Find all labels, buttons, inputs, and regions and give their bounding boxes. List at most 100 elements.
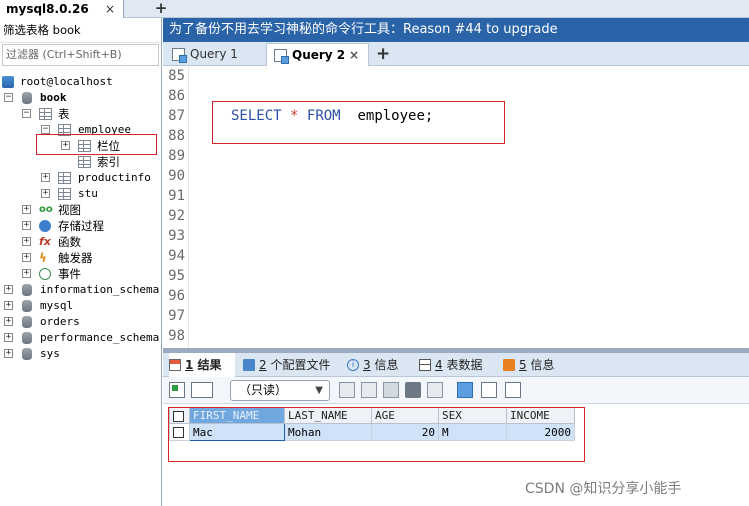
expand-icon[interactable]: + xyxy=(4,333,13,342)
tree-indexes[interactable]: 索引 xyxy=(2,154,157,170)
employee-highlight-box xyxy=(36,134,157,155)
line-number-gutter: 85 86 87 88 89 90 91 92 93 94 95 96 97 9… xyxy=(163,66,189,348)
expand-icon[interactable]: + xyxy=(41,189,50,198)
collapse-icon[interactable]: − xyxy=(41,125,50,134)
tree-label: 函数 xyxy=(58,235,81,249)
tab-result[interactable]: 1 结果 xyxy=(169,353,235,377)
tab-table-data[interactable]: 4 表数据 xyxy=(419,353,491,377)
delete-icon[interactable] xyxy=(405,382,421,398)
object-browser: 筛选表格 book 过滤器 (Ctrl+Shift+B) root@localh… xyxy=(0,18,162,506)
tree-folder-procedures[interactable]: + 存储过程 xyxy=(2,218,157,234)
collapse-icon[interactable]: − xyxy=(4,93,13,102)
expand-icon[interactable]: + xyxy=(22,253,31,262)
tree-label: productinfo xyxy=(78,171,151,184)
readonly-select[interactable]: （只读） ▼ xyxy=(230,380,330,401)
tree-folder-views[interactable]: + oo 视图 xyxy=(2,202,157,218)
tab-label: 个配置文件 xyxy=(270,358,331,372)
database-icon xyxy=(22,316,32,328)
table-folder-icon xyxy=(39,108,52,120)
line-number: 92 xyxy=(168,208,185,224)
query-icon xyxy=(274,49,289,64)
filter-label: 筛选表格 book xyxy=(0,18,161,43)
tree-db-sys[interactable]: + sys xyxy=(2,346,157,362)
expand-icon[interactable]: + xyxy=(4,285,13,294)
duplicate-row-icon[interactable] xyxy=(361,382,377,398)
result-toolbar: （只读） ▼ xyxy=(163,377,749,404)
tab-query-2[interactable]: Query 2 × xyxy=(266,43,369,66)
tab-label: Query 1 xyxy=(190,47,238,61)
tab-number: 5 xyxy=(519,358,527,372)
grid-icon xyxy=(169,359,181,371)
database-icon xyxy=(22,332,32,344)
server-icon xyxy=(2,76,14,88)
expand-icon[interactable]: + xyxy=(22,269,31,278)
line-number: 94 xyxy=(168,248,185,264)
add-row-icon[interactable] xyxy=(339,382,355,398)
tree-label: 表 xyxy=(58,107,70,121)
tree-root-connection[interactable]: root@localhost xyxy=(2,74,157,90)
connection-tab[interactable]: mysql8.0.26 × xyxy=(0,0,124,18)
result-grid[interactable]: FIRST_NAME LAST_NAME AGE SEX INCOME Mac … xyxy=(163,404,749,506)
new-query-tab-button[interactable]: + xyxy=(376,43,390,65)
gear-icon xyxy=(39,220,51,232)
tree-label: book xyxy=(40,91,67,104)
export-icon[interactable] xyxy=(169,382,185,398)
tab-number: 1 xyxy=(185,358,194,372)
expand-icon[interactable]: + xyxy=(22,205,31,214)
tree-db-book[interactable]: − book xyxy=(2,90,157,106)
database-icon xyxy=(22,284,32,296)
expand-icon[interactable]: + xyxy=(4,317,13,326)
line-number: 85 xyxy=(168,68,185,84)
function-icon: fx xyxy=(39,235,51,248)
tree-db-mysql[interactable]: + mysql xyxy=(2,298,157,314)
line-number: 89 xyxy=(168,148,185,164)
expand-icon[interactable]: + xyxy=(41,173,50,182)
close-icon[interactable]: × xyxy=(105,0,115,18)
tree-label: mysql xyxy=(40,299,74,312)
tree-db-performance-schema[interactable]: + performance_schema xyxy=(2,330,160,346)
tree-folder-triggers[interactable]: + ϟ 触发器 xyxy=(2,250,157,266)
text-view-icon[interactable] xyxy=(505,382,521,398)
tree-db-orders[interactable]: + orders xyxy=(2,314,157,330)
tab-label: 表数据 xyxy=(446,358,483,372)
tree-label: 索引 xyxy=(97,155,120,169)
tab-info-5[interactable]: 5 信息 xyxy=(503,353,563,377)
query-tab-bar: Query 1 Query 2 × + xyxy=(163,42,749,66)
line-number: 87 xyxy=(168,108,185,124)
expand-icon[interactable]: + xyxy=(4,301,13,310)
line-number: 86 xyxy=(168,88,185,104)
tree-folder-events[interactable]: + 事件 xyxy=(2,266,157,282)
tree-table-productinfo[interactable]: + productinfo xyxy=(2,170,157,186)
sql-editor[interactable]: 85 86 87 88 89 90 91 92 93 94 95 96 97 9… xyxy=(163,66,749,348)
tab-number: 2 xyxy=(259,358,267,372)
new-connection-button[interactable]: + xyxy=(152,0,170,18)
expand-icon[interactable]: + xyxy=(4,349,13,358)
tree-db-information-schema[interactable]: + information_schema xyxy=(2,282,160,298)
info-icon: i xyxy=(347,359,359,371)
tree-label: sys xyxy=(40,347,60,360)
tab-info[interactable]: i 3 信息 xyxy=(347,353,409,377)
tree-label: root@localhost xyxy=(20,75,113,88)
table-icon xyxy=(58,172,71,184)
form-view-icon[interactable] xyxy=(481,382,497,398)
refresh-icon[interactable] xyxy=(427,382,443,398)
filter-input[interactable]: 过滤器 (Ctrl+Shift+B) xyxy=(2,44,159,66)
expand-icon[interactable]: + xyxy=(22,221,31,230)
table-data-icon xyxy=(419,359,431,371)
tab-profiles[interactable]: 2 个配置文件 xyxy=(243,353,333,377)
collapse-icon[interactable]: − xyxy=(22,109,31,118)
upgrade-banner[interactable]: 为了备份不用去学习神秘的命令行工具：Reason #44 to upgrade xyxy=(163,18,749,42)
line-number: 97 xyxy=(168,308,185,324)
chevron-down-icon: ▼ xyxy=(315,385,323,396)
column-menu-icon[interactable] xyxy=(191,382,213,398)
profile-icon xyxy=(243,359,255,371)
grid-view-icon[interactable] xyxy=(457,382,473,398)
tree-folder-tables[interactable]: − 表 xyxy=(2,106,157,122)
tree-folder-functions[interactable]: + fx 函数 xyxy=(2,234,157,250)
close-icon[interactable]: × xyxy=(349,44,359,66)
tree-table-stu[interactable]: + stu xyxy=(2,186,157,202)
connection-tab-bar: mysql8.0.26 × + xyxy=(0,0,749,18)
expand-icon[interactable]: + xyxy=(22,237,31,246)
save-icon[interactable] xyxy=(383,382,399,398)
tab-query-1[interactable]: Query 1 xyxy=(165,43,263,66)
